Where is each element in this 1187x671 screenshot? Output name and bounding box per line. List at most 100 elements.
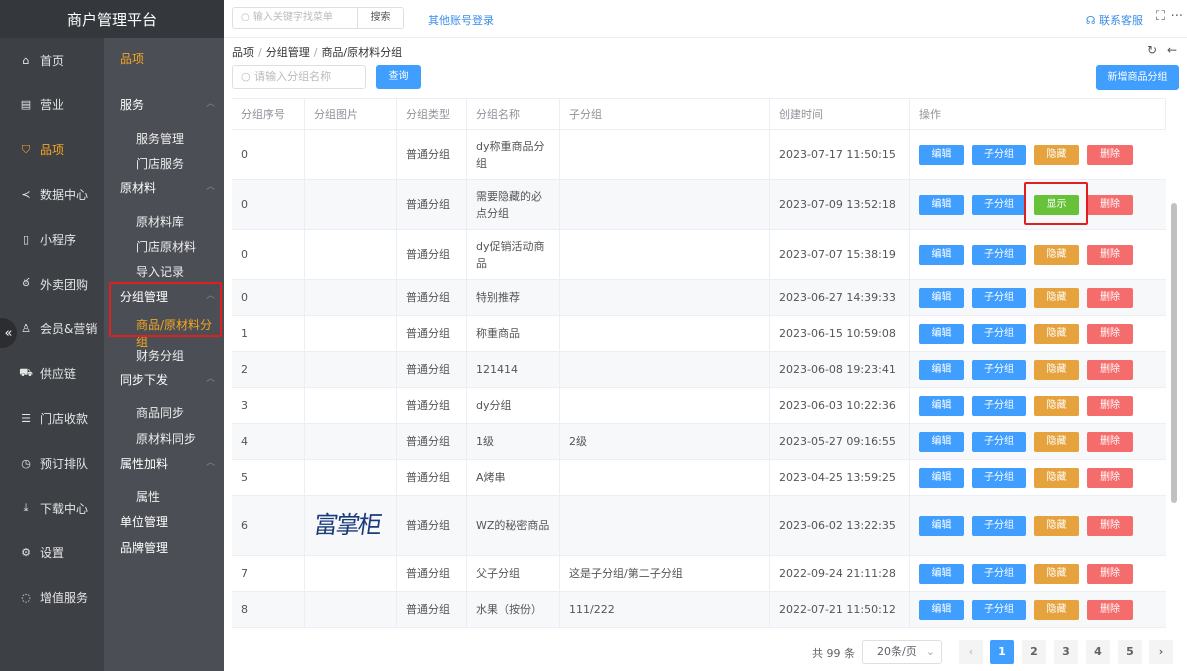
delete-button[interactable]: 删除 <box>1087 245 1133 265</box>
edit-button[interactable]: 编辑 <box>919 245 964 265</box>
prev-page-button[interactable]: ‹ <box>959 640 983 664</box>
delete-button[interactable]: 删除 <box>1087 600 1133 620</box>
edit-button[interactable]: 编辑 <box>919 564 964 584</box>
more-icon[interactable]: ··· <box>1171 9 1183 24</box>
subgroup-button[interactable]: 子分组 <box>972 564 1026 584</box>
seq-cell: 0 <box>232 130 305 179</box>
nav-subitem[interactable]: 原材料同步 <box>136 430 196 447</box>
nav-subitem[interactable]: 原材料库 <box>136 213 184 230</box>
nav-item-2[interactable]: ⛉ 品项 <box>0 128 104 172</box>
nav-item-5[interactable]: ఠ 外卖团购 <box>0 262 104 306</box>
nav-group-0[interactable]: 服务 ︿ <box>120 96 215 113</box>
subgroup-button[interactable]: 子分组 <box>972 600 1026 620</box>
hide-button[interactable]: 隐藏 <box>1034 564 1079 584</box>
subgroup-button[interactable]: 子分组 <box>972 245 1026 265</box>
hide-button[interactable]: 隐藏 <box>1034 145 1079 165</box>
scrollbar-thumb[interactable] <box>1171 203 1177 503</box>
subgroup-button[interactable]: 子分组 <box>972 516 1026 536</box>
edit-button[interactable]: 编辑 <box>919 432 964 452</box>
contact-service-link[interactable]: ☊ 联系客服 <box>1086 12 1143 28</box>
nav-group-4[interactable]: 属性加料 ︿ <box>120 455 215 472</box>
nav-group-1[interactable]: 原材料 ︿ <box>120 179 215 196</box>
refresh-icon[interactable]: ↻ <box>1147 43 1157 57</box>
edit-button[interactable]: 编辑 <box>919 360 964 380</box>
nav-item-12[interactable]: ◌ 增值服务 <box>0 576 104 620</box>
add-product-group-button[interactable]: 新增商品分组 <box>1096 65 1179 90</box>
delete-button[interactable]: 删除 <box>1087 564 1133 584</box>
delete-button[interactable]: 删除 <box>1087 288 1133 308</box>
nav-item-4[interactable]: ▯ 小程序 <box>0 217 104 261</box>
breadcrumb-item[interactable]: 分组管理 <box>266 46 310 59</box>
breadcrumb-item[interactable]: 品项 <box>232 46 254 59</box>
nav-item-8[interactable]: ☰ 门店收款 <box>0 396 104 440</box>
hide-button[interactable]: 隐藏 <box>1034 360 1079 380</box>
nav-item-10[interactable]: ⤓ 下载中心 <box>0 486 104 530</box>
delete-button[interactable]: 删除 <box>1087 432 1133 452</box>
menu-search-button[interactable]: 搜索 <box>357 7 404 29</box>
subgroup-button[interactable]: 子分组 <box>972 195 1026 215</box>
edit-button[interactable]: 编辑 <box>919 396 964 416</box>
hide-button[interactable]: 隐藏 <box>1034 468 1079 488</box>
edit-button[interactable]: 编辑 <box>919 288 964 308</box>
menu-search-input[interactable]: ○ 输入关键字找菜单 <box>232 7 358 29</box>
nav-item-1[interactable]: ▤ 营业 <box>0 83 104 127</box>
fullscreen-icon[interactable]: ⛶ <box>1156 9 1165 24</box>
nav-subitem[interactable]: 财务分组 <box>136 347 184 364</box>
hide-button[interactable]: 隐藏 <box>1034 324 1079 344</box>
subgroup-cell: 111/222 <box>560 592 770 627</box>
hide-button[interactable]: 隐藏 <box>1034 396 1079 416</box>
hide-button[interactable]: 隐藏 <box>1034 288 1079 308</box>
edit-button[interactable]: 编辑 <box>919 468 964 488</box>
nav-subitem[interactable]: 门店服务 <box>136 155 184 172</box>
subgroup-button[interactable]: 子分组 <box>972 396 1026 416</box>
nav-item-7[interactable]: ⛟ 供应链 <box>0 352 104 396</box>
hide-button[interactable]: 隐藏 <box>1034 245 1079 265</box>
page-button[interactable]: 5 <box>1118 640 1142 664</box>
query-button[interactable]: 查询 <box>376 65 421 89</box>
group-name-search-input[interactable]: ○ 请输入分组名称 <box>232 65 366 89</box>
subgroup-button[interactable]: 子分组 <box>972 288 1026 308</box>
page-button[interactable]: 1 <box>990 640 1014 664</box>
hide-button[interactable]: 隐藏 <box>1034 516 1079 536</box>
edit-button[interactable]: 编辑 <box>919 145 964 165</box>
edit-button[interactable]: 编辑 <box>919 324 964 344</box>
back-arrow-icon[interactable]: ← <box>1167 43 1177 57</box>
delete-button[interactable]: 删除 <box>1087 396 1133 416</box>
delete-button[interactable]: 删除 <box>1087 145 1133 165</box>
nav-item-3[interactable]: ≺ 数据中心 <box>0 172 104 216</box>
nav-subitem[interactable]: 属性 <box>136 488 160 505</box>
page-size-select[interactable]: 20条/页 ⌄ <box>862 640 942 664</box>
edit-button[interactable]: 编辑 <box>919 600 964 620</box>
hide-button[interactable]: 隐藏 <box>1034 600 1079 620</box>
delete-button[interactable]: 删除 <box>1087 360 1133 380</box>
hide-button[interactable]: 隐藏 <box>1034 432 1079 452</box>
subgroup-button[interactable]: 子分组 <box>972 360 1026 380</box>
delete-button[interactable]: 删除 <box>1087 324 1133 344</box>
nav-subitem[interactable]: 商品同步 <box>136 404 184 421</box>
nav-group-3[interactable]: 同步下发 ︿ <box>120 371 215 388</box>
delete-button[interactable]: 删除 <box>1087 195 1133 215</box>
nav-subitem[interactable]: 门店原材料 <box>136 238 196 255</box>
nav-item-9[interactable]: ◷ 预订排队 <box>0 441 104 485</box>
subgroup-button[interactable]: 子分组 <box>972 145 1026 165</box>
nav-subitem[interactable]: 服务管理 <box>136 130 184 147</box>
other-account-login-link[interactable]: 其他账号登录 <box>428 12 494 28</box>
delete-button[interactable]: 删除 <box>1087 516 1133 536</box>
page-button[interactable]: 4 <box>1086 640 1110 664</box>
table-scrollbar[interactable] <box>1169 98 1179 630</box>
subgroup-button[interactable]: 子分组 <box>972 468 1026 488</box>
edit-button[interactable]: 编辑 <box>919 516 964 536</box>
nav-single-item[interactable]: 品牌管理 <box>120 539 168 556</box>
nav-subitem[interactable]: 导入记录 <box>136 263 184 280</box>
delete-button[interactable]: 删除 <box>1087 468 1133 488</box>
next-page-button[interactable]: › <box>1149 640 1173 664</box>
nav-item-0[interactable]: ⌂ 首页 <box>0 38 104 82</box>
page-size-value: 20条/页 <box>877 645 917 658</box>
subgroup-button[interactable]: 子分组 <box>972 432 1026 452</box>
page-button[interactable]: 2 <box>1022 640 1046 664</box>
nav-item-11[interactable]: ⚙ 设置 <box>0 531 104 575</box>
edit-button[interactable]: 编辑 <box>919 195 964 215</box>
page-button[interactable]: 3 <box>1054 640 1078 664</box>
nav-single-item[interactable]: 单位管理 <box>120 513 168 530</box>
subgroup-button[interactable]: 子分组 <box>972 324 1026 344</box>
